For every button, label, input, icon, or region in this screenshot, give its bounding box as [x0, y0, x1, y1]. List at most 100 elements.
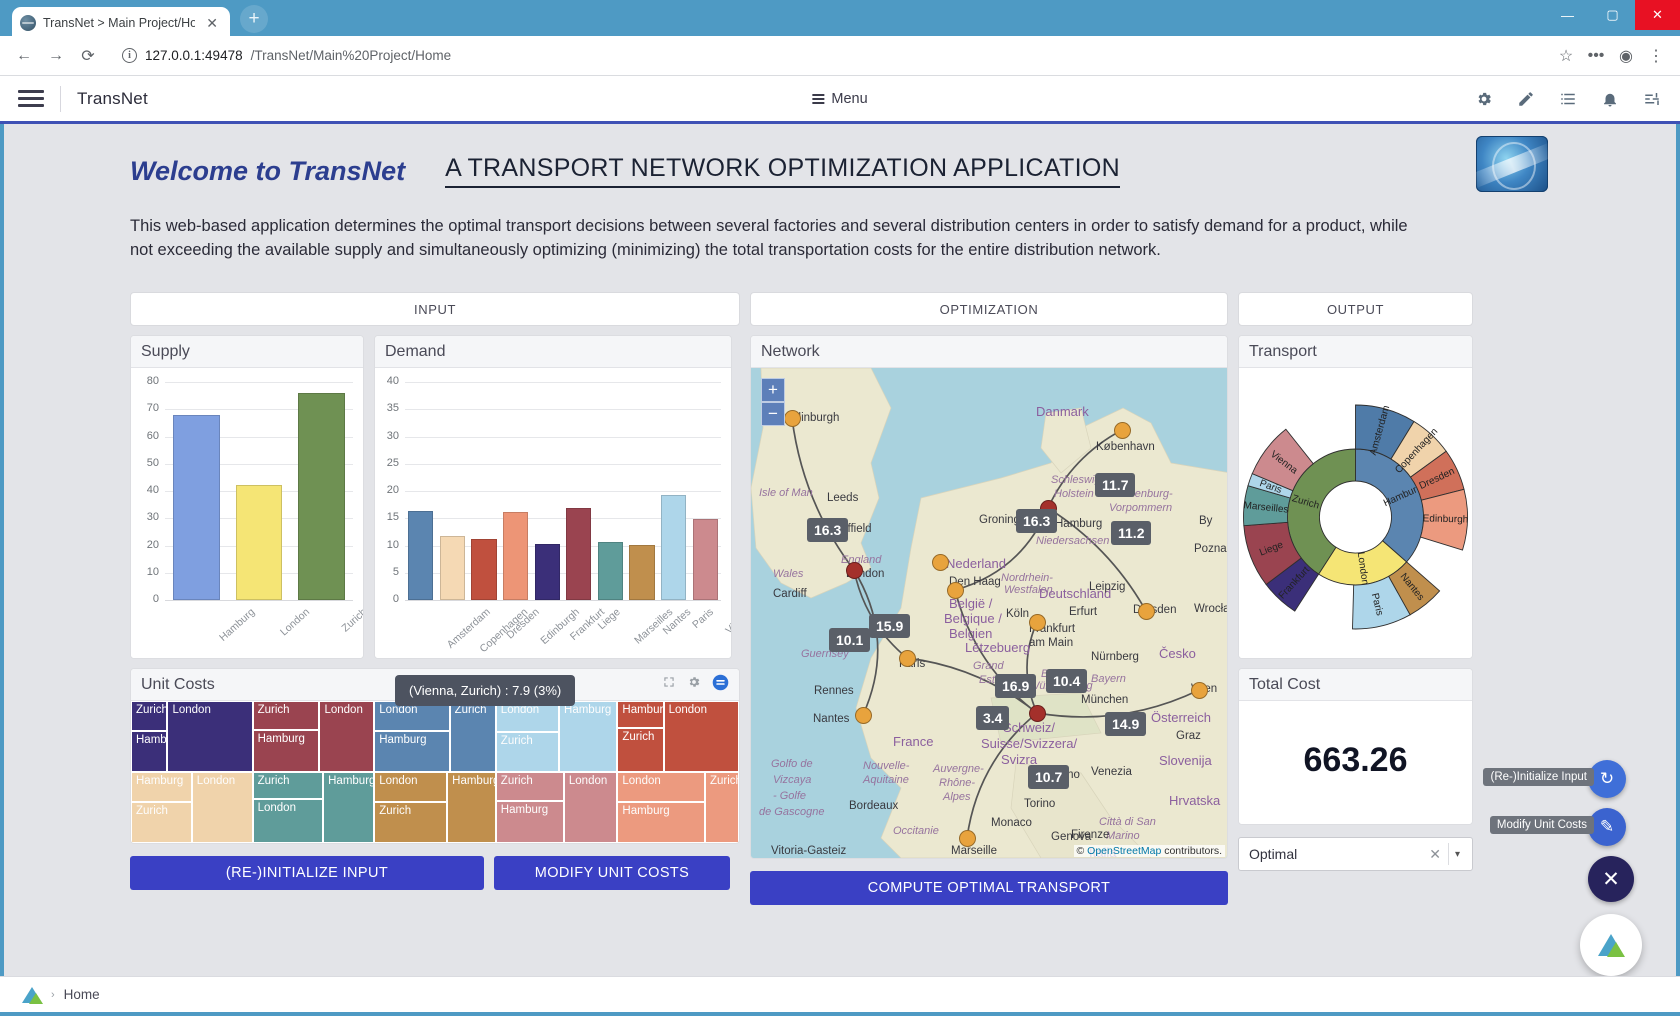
back-icon[interactable]: ←: [10, 42, 38, 70]
extensions-icon[interactable]: •••: [1582, 42, 1610, 70]
chart-type-icon[interactable]: [712, 674, 729, 696]
bell-notification-icon[interactable]: [1600, 89, 1620, 109]
site-info-icon[interactable]: i: [122, 48, 137, 63]
minimize-icon[interactable]: —: [1545, 0, 1590, 30]
treemap-cell[interactable]: Zurich: [495, 772, 564, 801]
forward-icon[interactable]: →: [42, 42, 70, 70]
menu-bars-icon: [812, 93, 825, 104]
modify-unit-costs-button[interactable]: MODIFY UNIT COSTS: [494, 856, 730, 891]
map-city-label: Erfurt: [1069, 606, 1098, 619]
treemap-cell[interactable]: London: [319, 701, 375, 773]
chevron-down-icon[interactable]: ▾: [1449, 849, 1466, 860]
map-city-label: Nürnberg: [1091, 651, 1139, 664]
bar[interactable]: [597, 541, 624, 601]
bar[interactable]: [692, 518, 718, 601]
profile-icon[interactable]: ◉: [1612, 42, 1640, 70]
network-map[interactable]: Danmark Nederland Deutschland België / Belgi…: [751, 368, 1227, 859]
browser-window: TransNet > Main Project/Home | ✕ + — ▢ ✕…: [0, 0, 1680, 1016]
treemap-cell[interactable]: Zurich: [449, 701, 496, 773]
treemap-cell[interactable]: London: [374, 772, 448, 802]
menu-button[interactable]: Menu: [812, 91, 868, 107]
y-axis-tick: 25: [386, 456, 399, 469]
clear-icon[interactable]: ✕: [1422, 846, 1448, 863]
treemap-cell-label: Hamburg: [328, 775, 375, 788]
osm-link[interactable]: OpenStreetMap: [1087, 845, 1161, 857]
address-bar[interactable]: i 127.0.0.1:49478/TransNet/Main%20Projec…: [112, 41, 1542, 70]
window-close-icon[interactable]: ✕: [1635, 0, 1680, 30]
supply-bar-chart[interactable]: 0 10 20 30 40 50 60 70 80 Hamburg London Zurich: [131, 368, 363, 659]
treemap-cell[interactable]: Zurich: [374, 801, 448, 844]
edit-pencil-icon[interactable]: [1516, 89, 1536, 109]
unit-costs-treemap[interactable]: Zurich London Hamburg Zurich London Hamburg Lo…: [131, 701, 739, 844]
treemap-cell[interactable]: London: [252, 799, 324, 844]
treemap-cell[interactable]: Zurich: [131, 701, 168, 731]
transport-donut-chart[interactable]: Hamburg London Zurich Amsterdam Copenhagen Dr…: [1239, 368, 1472, 659]
reload-icon[interactable]: ⟳: [74, 42, 102, 70]
zoom-in-button[interactable]: +: [761, 378, 785, 403]
treemap-cell[interactable]: Hamburg: [617, 801, 705, 844]
close-icon[interactable]: ✕: [202, 14, 222, 32]
treemap-cell-label: Hamburg: [622, 704, 664, 717]
map-flow-quantity-label: 10.4: [1046, 669, 1088, 694]
treemap-cell[interactable]: Hamburg: [131, 730, 168, 773]
treemap-cell[interactable]: Zurich: [617, 728, 664, 773]
gear-icon[interactable]: [1474, 89, 1494, 109]
treemap-cell[interactable]: Zurich: [252, 772, 324, 800]
maximize-icon[interactable]: ▢: [1590, 0, 1635, 30]
treemap-cell[interactable]: Hamburg: [495, 800, 564, 844]
bar[interactable]: [408, 511, 434, 601]
more-menu-icon[interactable]: ⋮: [1642, 42, 1670, 70]
list-icon[interactable]: [1558, 89, 1578, 109]
bar[interactable]: [534, 544, 560, 601]
browser-tab[interactable]: TransNet > Main Project/Home | ✕: [12, 7, 230, 38]
new-tab-button[interactable]: +: [240, 5, 268, 33]
fab-tooltip-modify: Modify Unit Costs: [1489, 816, 1594, 834]
treemap-cell[interactable]: London: [663, 701, 739, 773]
treemap-cell[interactable]: Hamburg: [131, 772, 192, 802]
treemap-cell[interactable]: London: [617, 772, 705, 802]
reinitialize-input-button[interactable]: (RE-)INITIALIZE INPUT: [130, 856, 484, 891]
treemap-cell[interactable]: Zurich: [252, 701, 320, 730]
donut-svg: HamburgLondonZurichAmsterdam CopenhagenDr…: [1243, 404, 1468, 630]
fab-close-button[interactable]: ✕: [1588, 856, 1634, 902]
bar[interactable]: [629, 545, 655, 601]
treemap-cell[interactable]: Hamburg: [447, 772, 496, 844]
solution-select[interactable]: Optimal ✕ ▾: [1238, 837, 1473, 872]
y-axis-tick: 15: [386, 511, 399, 524]
settings-sliders-icon[interactable]: [1642, 89, 1662, 109]
bar[interactable]: [439, 536, 466, 601]
bookmark-star-icon[interactable]: ☆: [1552, 42, 1580, 70]
treemap-cell[interactable]: Zurich: [495, 731, 560, 773]
y-axis-tick: 0: [152, 593, 159, 606]
bar[interactable]: [502, 511, 529, 601]
bar[interactable]: [660, 494, 687, 601]
zoom-out-button[interactable]: −: [761, 402, 785, 427]
demand-bar-chart[interactable]: 0 5 10 15 20 25 30 35 40 Amsterdam Copenhagen Dresd…: [375, 368, 731, 659]
gridline: [165, 382, 353, 384]
bar[interactable]: [173, 414, 220, 601]
fab-logo-button[interactable]: [1580, 914, 1642, 976]
treemap-cell[interactable]: London: [191, 772, 253, 844]
y-axis-tick: 5: [392, 565, 399, 578]
bar[interactable]: [235, 485, 283, 601]
treemap-cell[interactable]: Hamburg: [374, 730, 450, 773]
bar[interactable]: [471, 539, 497, 601]
compute-optimal-transport-button[interactable]: COMPUTE OPTIMAL TRANSPORT: [750, 871, 1228, 906]
bar[interactable]: [298, 392, 345, 601]
treemap-cell[interactable]: Hamburg: [617, 701, 664, 729]
treemap-cell[interactable]: Hamburg: [323, 772, 375, 844]
hamburger-menu-icon[interactable]: [18, 90, 44, 107]
fullscreen-icon[interactable]: [662, 675, 676, 694]
treemap-cell[interactable]: Hamburg: [252, 729, 320, 773]
treemap-cell[interactable]: Zurich: [704, 772, 739, 844]
treemap-cell[interactable]: Hamburg: [559, 701, 618, 773]
treemap-cell[interactable]: London: [167, 701, 253, 773]
treemap-cell[interactable]: London: [563, 772, 618, 844]
footer-breadcrumb: › Home: [0, 976, 1680, 1012]
treemap-cell[interactable]: Zurich: [131, 801, 192, 844]
breadcrumb-home[interactable]: Home: [64, 987, 100, 1002]
treemap-cell-label: London: [257, 802, 296, 815]
y-axis-tick: 10: [386, 538, 399, 551]
bar[interactable]: [566, 508, 592, 601]
gear-icon[interactable]: [687, 675, 701, 694]
